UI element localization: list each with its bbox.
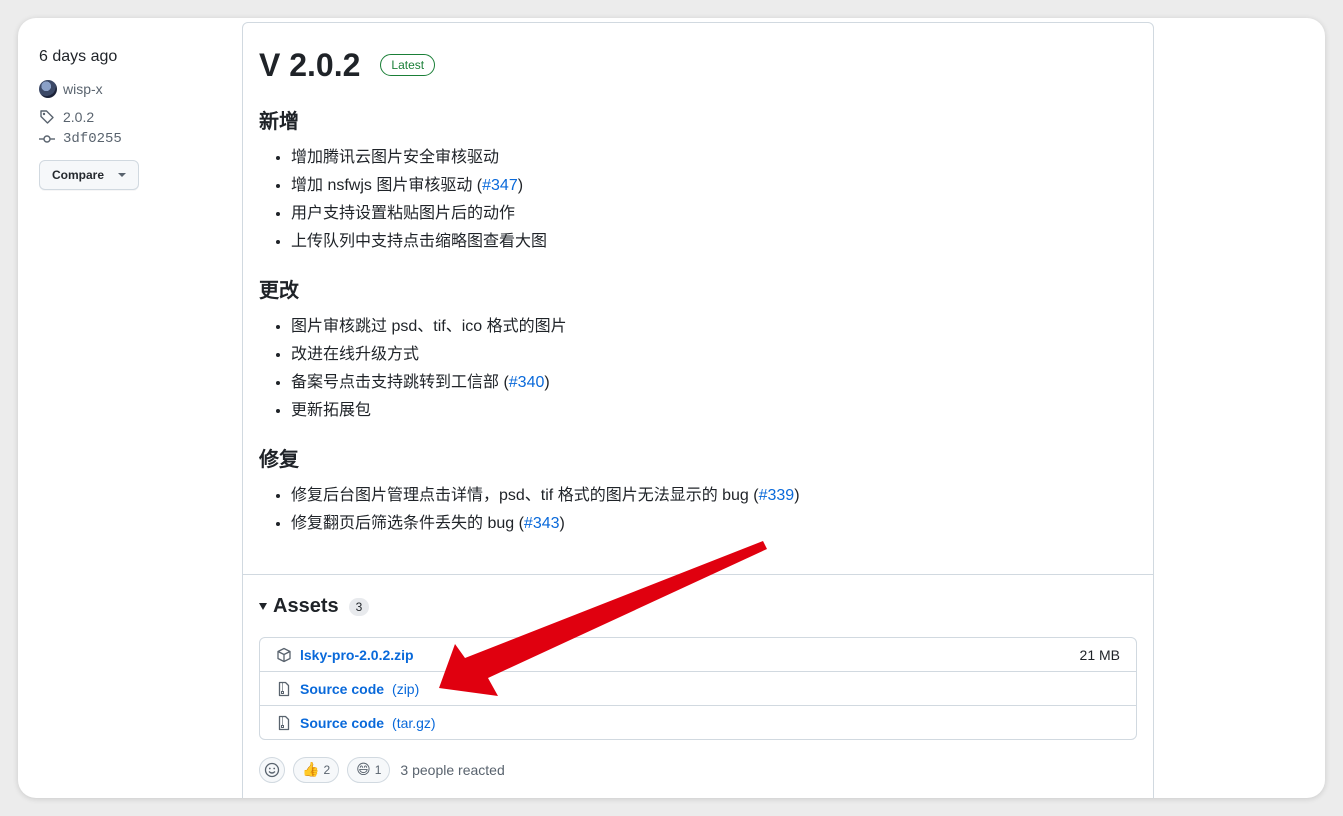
reaction-laugh[interactable]: 😄 1 bbox=[347, 757, 391, 783]
reaction-thumbs-up[interactable]: 👍 2 bbox=[293, 757, 340, 783]
list-item: 用户支持设置粘贴图片后的动作 bbox=[291, 200, 1137, 228]
list-item: 修复后台图片管理点击详情，psd、tif 格式的图片无法显示的 bug (#33… bbox=[291, 482, 1137, 510]
thumbs-up-icon: 👍 bbox=[302, 762, 320, 778]
issue-link[interactable]: #339 bbox=[759, 487, 795, 504]
list-item: 修复翻页后筛选条件丢失的 bug (#343) bbox=[291, 510, 1137, 538]
release-meta: 6 days ago wisp-x 2.0.2 3df0255 Compare bbox=[39, 48, 239, 190]
list-item-suffix: ) bbox=[794, 487, 800, 504]
list-item-text: 修复后台图片管理点击详情，psd、tif 格式的图片无法显示的 bug ( bbox=[291, 487, 759, 504]
release-card: V 2.0.2 Latest 新增增加腾讯云图片安全审核驱动增加 nsfwjs … bbox=[242, 22, 1154, 798]
section-heading: 新增 bbox=[259, 111, 299, 133]
release-body: V 2.0.2 Latest 新增增加腾讯云图片安全审核驱动增加 nsfwjs … bbox=[243, 23, 1153, 538]
add-reaction-button[interactable] bbox=[259, 757, 285, 783]
reactions-bar: 👍 2 😄 1 3 people reacted bbox=[259, 757, 505, 783]
window-frame: 6 days ago wisp-x 2.0.2 3df0255 Compare … bbox=[18, 18, 1325, 798]
list-item-text: 上传队列中支持点击缩略图查看大图 bbox=[291, 233, 548, 250]
asset-format[interactable]: (zip) bbox=[392, 681, 419, 697]
file-zip-icon bbox=[276, 715, 292, 731]
compare-button[interactable]: Compare bbox=[39, 160, 140, 190]
list-item-text: 修复翻页后筛选条件丢失的 bug ( bbox=[291, 515, 524, 532]
list-item-suffix: ) bbox=[544, 374, 550, 391]
commit-sha[interactable]: 3df0255 bbox=[63, 131, 122, 147]
assets-toggle[interactable]: Assets 3 bbox=[259, 595, 370, 618]
author-row[interactable]: wisp-x bbox=[39, 78, 239, 100]
thumbs-up-count: 2 bbox=[323, 763, 331, 777]
list-item-text: 改进在线升级方式 bbox=[291, 346, 420, 363]
author-name[interactable]: wisp-x bbox=[63, 81, 103, 97]
asset-link[interactable]: Source code bbox=[300, 681, 384, 697]
section-list: 图片审核跳过 psd、tif、ico 格式的图片改进在线升级方式备案号点击支持跳… bbox=[259, 313, 1137, 425]
list-item-text: 更新拓展包 bbox=[291, 402, 372, 419]
list-item: 图片审核跳过 psd、tif、ico 格式的图片 bbox=[291, 313, 1137, 341]
tag-label[interactable]: 2.0.2 bbox=[63, 109, 94, 125]
list-item: 改进在线升级方式 bbox=[291, 341, 1137, 369]
asset-row: lsky-pro-2.0.2.zip 21 MB bbox=[260, 638, 1136, 671]
asset-row: Source code (zip) bbox=[260, 671, 1136, 705]
asset-size: 21 MB bbox=[1079, 646, 1120, 663]
release-notes: 新增增加腾讯云图片安全审核驱动增加 nsfwjs 图片审核驱动 (#347)用户… bbox=[259, 105, 1137, 538]
smiley-icon bbox=[264, 762, 280, 778]
list-item: 备案号点击支持跳转到工信部 (#340) bbox=[291, 369, 1137, 397]
release-title[interactable]: V 2.0.2 bbox=[259, 47, 360, 84]
section-heading: 修复 bbox=[259, 449, 299, 471]
release-date: 6 days ago bbox=[39, 48, 118, 65]
asset-row: Source code (tar.gz) bbox=[260, 705, 1136, 739]
issue-link[interactable]: #347 bbox=[482, 177, 518, 194]
laugh-count: 1 bbox=[374, 763, 382, 777]
list-item-text: 用户支持设置粘贴图片后的动作 bbox=[291, 205, 516, 222]
list-item: 增加腾讯云图片安全审核驱动 bbox=[291, 144, 1137, 172]
section-heading: 更改 bbox=[259, 280, 299, 302]
reactions-summary[interactable]: 3 people reacted bbox=[400, 762, 504, 778]
compare-label: Compare bbox=[52, 168, 105, 182]
list-item: 更新拓展包 bbox=[291, 397, 1137, 425]
laugh-icon: 😄 bbox=[356, 762, 371, 778]
assets-divider bbox=[243, 574, 1153, 575]
asset-link[interactable]: Source code bbox=[300, 715, 384, 731]
triangle-down-icon bbox=[259, 603, 267, 610]
issue-link[interactable]: #340 bbox=[509, 374, 545, 391]
file-zip-icon bbox=[276, 681, 292, 697]
list-item-text: 增加腾讯云图片安全审核驱动 bbox=[291, 149, 500, 166]
list-item-suffix: ) bbox=[559, 515, 565, 532]
list-item: 上传队列中支持点击缩略图查看大图 bbox=[291, 228, 1137, 256]
list-item: 增加 nsfwjs 图片审核驱动 (#347) bbox=[291, 172, 1137, 200]
latest-badge: Latest bbox=[380, 54, 436, 76]
tag-row[interactable]: 2.0.2 bbox=[39, 106, 239, 128]
release-header: V 2.0.2 Latest bbox=[259, 43, 1137, 87]
asset-list: lsky-pro-2.0.2.zip 21 MB Source code (zip) S… bbox=[259, 637, 1137, 740]
package-icon bbox=[276, 647, 292, 663]
list-item-suffix: ) bbox=[517, 177, 524, 194]
section-list: 修复后台图片管理点击详情，psd、tif 格式的图片无法显示的 bug (#33… bbox=[259, 482, 1137, 538]
commit-row[interactable]: 3df0255 bbox=[39, 128, 239, 150]
list-item-text: 图片审核跳过 psd、tif、ico 格式的图片 bbox=[291, 318, 567, 335]
author-avatar[interactable] bbox=[39, 80, 57, 98]
list-item-text: 备案号点击支持跳转到工信部 ( bbox=[291, 374, 509, 391]
section-list: 增加腾讯云图片安全审核驱动增加 nsfwjs 图片审核驱动 (#347)用户支持… bbox=[259, 144, 1137, 256]
issue-link[interactable]: #343 bbox=[524, 515, 560, 532]
asset-link[interactable]: lsky-pro-2.0.2.zip bbox=[300, 647, 414, 663]
assets-title[interactable]: Assets bbox=[273, 595, 339, 618]
git-commit-icon bbox=[39, 131, 55, 147]
list-item-text: 增加 nsfwjs 图片审核驱动 ( bbox=[291, 177, 483, 194]
chevron-down-icon bbox=[118, 173, 127, 177]
assets-count: 3 bbox=[348, 597, 370, 616]
asset-format[interactable]: (tar.gz) bbox=[392, 715, 436, 731]
tag-icon bbox=[39, 109, 55, 125]
